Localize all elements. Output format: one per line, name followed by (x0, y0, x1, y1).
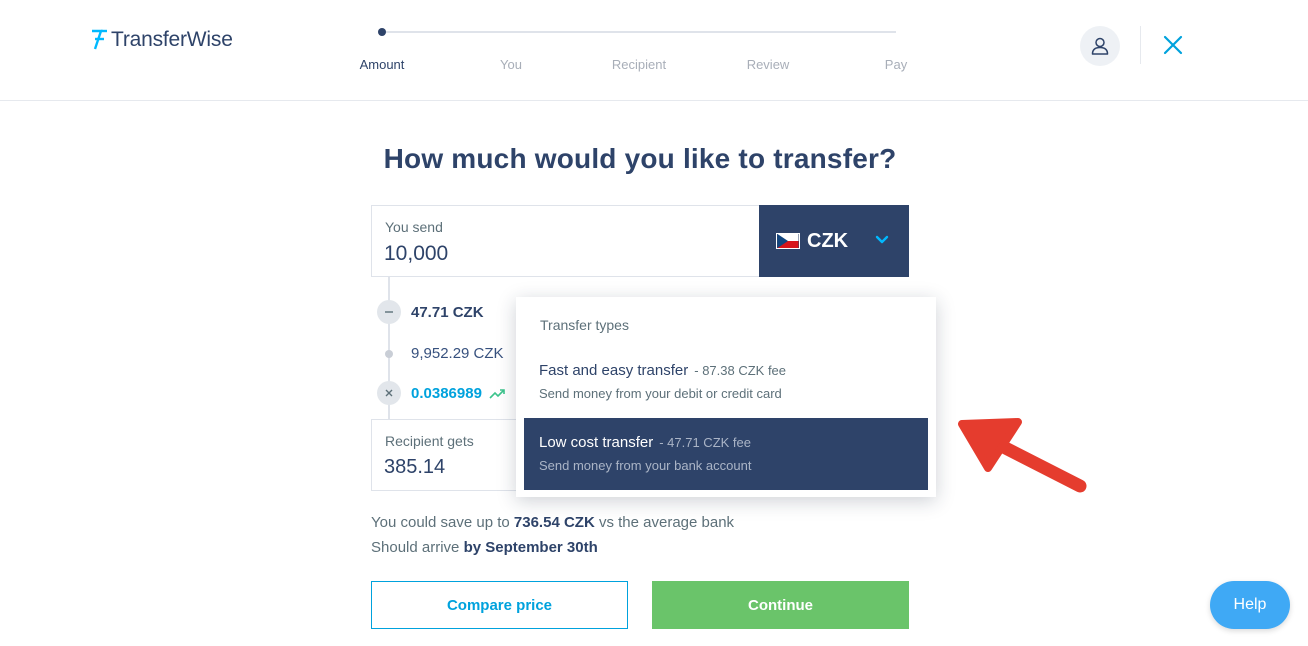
exchange-rate-value: 0.0386989 (411, 385, 482, 402)
option-desc: Send money from your bank account (539, 458, 752, 473)
send-amount-input[interactable]: 10,000 (384, 242, 448, 266)
send-currency-code: CZK (807, 230, 849, 252)
account-button[interactable] (1080, 26, 1120, 66)
recipient-label: Recipient gets (385, 433, 474, 449)
page-title: How much would you like to transfer? (383, 143, 897, 174)
czech-flag-icon (776, 233, 800, 249)
fee-amount: 47.71 CZK (411, 304, 484, 321)
close-icon (1163, 35, 1183, 55)
option-title: Low cost transfer (539, 434, 654, 451)
savings-suffix: vs the average bank (598, 514, 735, 531)
send-amount-field[interactable]: You send 10,000 (371, 205, 760, 277)
savings-prefix: You could save up to (371, 514, 510, 531)
progress-stepper: Amount You Recipient Review Pay (355, 20, 915, 80)
recipient-amount-input[interactable]: 385.14 (384, 456, 445, 479)
savings-amount: 736.54 CZK (513, 514, 595, 531)
step-pay: Pay (884, 57, 908, 72)
option-fee: - 47.71 CZK fee (659, 435, 751, 450)
exchange-rate[interactable]: 0.0386989 (411, 385, 505, 402)
transferwise-flag-icon (92, 29, 107, 50)
option-desc: Send money from your debit or credit car… (539, 386, 782, 401)
step-you: You (500, 57, 522, 72)
savings-info: You could save up to 736.54 CZK vs the a… (371, 510, 734, 560)
stepper-current-dot (378, 28, 386, 36)
brand-logo[interactable]: TransferWise (90, 28, 233, 52)
chevron-down-icon (875, 235, 889, 244)
close-button[interactable] (1160, 32, 1186, 58)
minus-icon (377, 300, 401, 324)
option-title: Fast and easy transfer (539, 362, 689, 379)
arrival-date: by September 30th (463, 539, 598, 556)
compare-price-button[interactable]: Compare price (371, 581, 628, 629)
brand-name: TransferWise (111, 28, 233, 51)
user-icon (1091, 37, 1109, 55)
top-header: TransferWise Amount You Recipient Review… (0, 0, 1308, 101)
option-low-cost-transfer[interactable]: Low cost transfer - 47.71 CZK fee Send mo… (524, 418, 928, 490)
stepper-track (382, 31, 896, 33)
multiply-icon (377, 381, 401, 405)
red-arrow-icon (958, 418, 1087, 493)
arrival-prefix: Should arrive (371, 539, 460, 556)
dropdown-header: Transfer types (540, 317, 629, 333)
send-currency-select[interactable]: CZK (759, 205, 909, 277)
trending-up-icon (489, 389, 505, 399)
transfer-type-dropdown: Transfer types Fast and easy transfer - 8… (516, 297, 936, 497)
recipient-amount-field[interactable]: Recipient gets 385.14 (371, 419, 531, 491)
help-button[interactable]: Help (1210, 581, 1290, 629)
converted-amount: 9,952.29 CZK (411, 345, 504, 362)
step-review: Review (746, 57, 790, 72)
breakdown-dot (385, 350, 393, 358)
option-fast-transfer[interactable]: Fast and easy transfer - 87.38 CZK fee Se… (524, 346, 928, 418)
continue-button[interactable]: Continue (652, 581, 909, 629)
send-label: You send (385, 219, 443, 235)
step-amount: Amount (359, 57, 405, 72)
step-recipient: Recipient (611, 57, 667, 72)
header-divider (1140, 26, 1141, 64)
option-fee: - 87.38 CZK fee (694, 363, 787, 378)
